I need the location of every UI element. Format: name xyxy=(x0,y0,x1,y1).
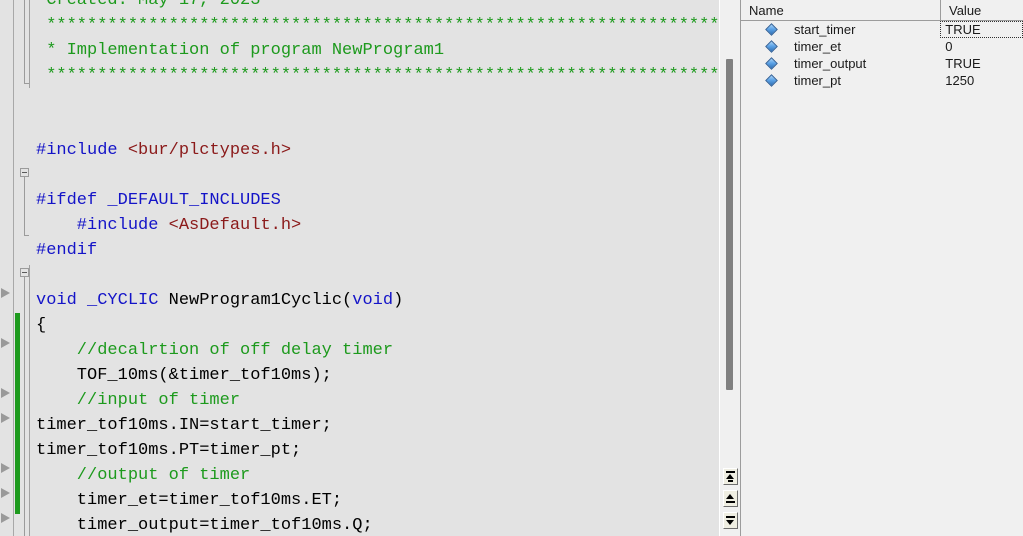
watch-variable-name-cell[interactable]: timer_et xyxy=(741,38,940,55)
code-token: <bur/plctypes.h> xyxy=(127,141,292,160)
application-window: Created: May 17, 2023 ******************… xyxy=(0,0,1023,536)
watch-row[interactable]: timer_pt 1250 xyxy=(741,72,1023,89)
watch-variable-name-label: timer_output xyxy=(794,56,867,71)
variable-diamond-icon xyxy=(765,23,778,36)
code-token: void xyxy=(352,291,394,310)
watch-panel[interactable]: Name Value start_timer TRUE timer_et 0 timer… xyxy=(740,0,1023,536)
previous-bookmark-icon xyxy=(725,493,736,504)
scrollbar-track[interactable] xyxy=(720,4,740,464)
code-token: ****************************************… xyxy=(36,16,740,35)
code-token: Created: May 17, 2023 xyxy=(36,0,261,10)
code-line: { xyxy=(36,313,46,338)
go-to-top-icon xyxy=(725,471,736,482)
watch-row[interactable]: start_timer TRUE xyxy=(741,21,1023,38)
watch-variable-name-cell[interactable]: timer_pt xyxy=(741,72,940,89)
code-line: #endif xyxy=(36,238,97,263)
code-token: TOF_10ms(&timer_tof10ms); xyxy=(36,366,332,385)
code-line: timer_output=timer_tof10ms.Q; xyxy=(36,513,373,536)
editor-vertical-scrollbar[interactable] xyxy=(719,0,740,536)
code-line: TOF_10ms(&timer_tof10ms); xyxy=(36,363,332,388)
code-token: * Implementation of program NewProgram1 xyxy=(36,41,445,60)
code-token: timer_et=timer_tof10ms.ET; xyxy=(36,491,343,510)
code-token: ****************************************… xyxy=(36,66,740,85)
code-token: //input of timer xyxy=(36,391,241,410)
code-line: #include <bur/plctypes.h> xyxy=(36,138,291,163)
code-line: //decalrtion of off delay timer xyxy=(36,338,393,363)
code-token: timer_output=timer_tof10ms.Q; xyxy=(36,516,373,535)
code-line: #include <AsDefault.h> xyxy=(36,213,301,238)
variable-diamond-icon xyxy=(765,74,778,87)
code-line: timer_et=timer_tof10ms.ET; xyxy=(36,488,342,513)
scrollbar-thumb[interactable] xyxy=(726,59,733,390)
code-line: * Implementation of program NewProgram1 xyxy=(36,38,444,63)
next-bookmark-icon xyxy=(725,515,736,526)
code-token: #endif xyxy=(36,241,98,260)
code-editor-pane[interactable]: Created: May 17, 2023 ******************… xyxy=(0,0,740,536)
next-bookmark-button[interactable] xyxy=(723,512,738,529)
watch-variable-value-cell[interactable]: TRUE xyxy=(940,21,1023,38)
code-token: #include xyxy=(36,141,128,160)
code-token: //decalrtion of off delay timer xyxy=(36,341,394,360)
go-to-top-button[interactable] xyxy=(723,468,738,485)
code-line: timer_tof10ms.PT=timer_pt; xyxy=(36,438,301,463)
variable-diamond-icon xyxy=(765,40,778,53)
code-line: timer_tof10ms.IN=start_timer; xyxy=(36,413,332,438)
code-line: ****************************************… xyxy=(36,63,740,88)
code-line: ****************************************… xyxy=(36,13,740,38)
watch-variable-name-label: timer_et xyxy=(794,39,841,54)
watch-row[interactable]: timer_output TRUE xyxy=(741,55,1023,72)
watch-variable-name-cell[interactable]: timer_output xyxy=(741,55,940,72)
code-line: //input of timer xyxy=(36,388,240,413)
watch-variable-value-cell[interactable]: TRUE xyxy=(940,55,1023,72)
code-token: timer_tof10ms.PT=timer_pt; xyxy=(36,441,302,460)
code-token: ) xyxy=(393,291,404,310)
code-token: timer_tof10ms.IN=start_timer; xyxy=(36,416,332,435)
watch-header-row: Name Value xyxy=(741,0,1023,21)
watch-row[interactable]: timer_et 0 xyxy=(741,38,1023,55)
code-token: NewProgram1Cyclic( xyxy=(168,291,353,310)
watch-rows-container[interactable]: start_timer TRUE timer_et 0 timer_output TRUE… xyxy=(741,21,1023,536)
watch-variable-value-cell[interactable]: 1250 xyxy=(940,72,1023,89)
code-token: #include xyxy=(36,216,169,235)
column-header-name-label: Name xyxy=(749,2,784,18)
watch-variable-name-label: timer_pt xyxy=(794,73,841,88)
watch-variable-value-cell[interactable]: 0 xyxy=(940,38,1023,55)
column-header-name[interactable]: Name xyxy=(741,0,941,20)
code-token: void _CYCLIC xyxy=(36,291,169,310)
column-header-value-label: Value xyxy=(949,2,982,18)
watch-variable-name-label: start_timer xyxy=(794,22,856,37)
code-line: Created: May 17, 2023 xyxy=(36,0,260,13)
code-token: //output of timer xyxy=(36,466,251,485)
previous-bookmark-button[interactable] xyxy=(723,490,738,507)
code-line: void _CYCLIC NewProgram1Cyclic(void) xyxy=(36,288,403,313)
column-header-value[interactable]: Value xyxy=(941,0,1023,20)
code-text-area[interactable]: Created: May 17, 2023 ******************… xyxy=(0,0,740,536)
code-line: #ifdef _DEFAULT_INCLUDES xyxy=(36,188,281,213)
code-token: <AsDefault.h> xyxy=(168,216,302,235)
code-token: #ifdef _DEFAULT_INCLUDES xyxy=(36,191,281,210)
watch-variable-name-cell[interactable]: start_timer xyxy=(741,21,940,38)
code-line: //output of timer xyxy=(36,463,250,488)
variable-diamond-icon xyxy=(765,57,778,70)
code-token: { xyxy=(36,316,47,335)
